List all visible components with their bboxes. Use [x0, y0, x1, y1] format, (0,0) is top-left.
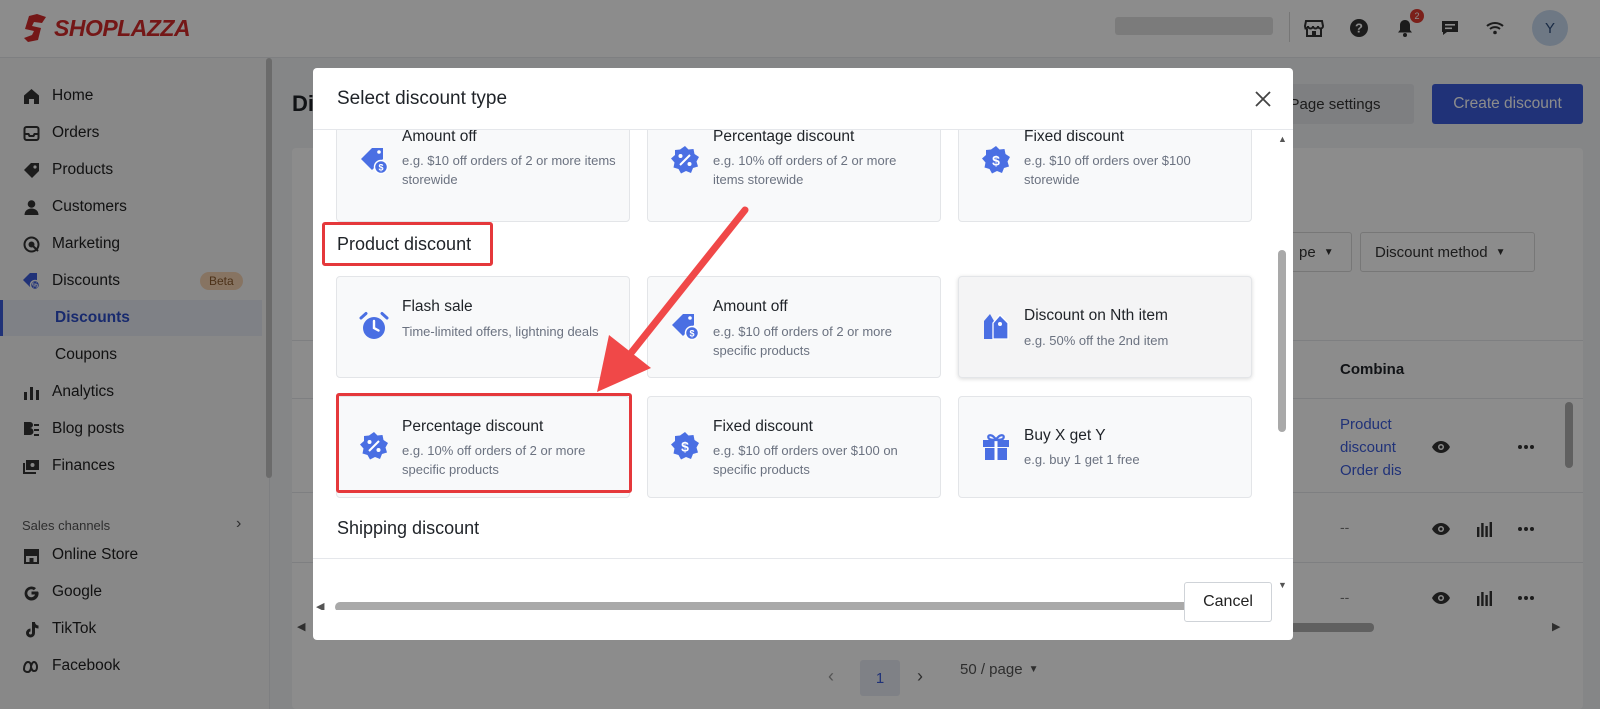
option-description: e.g. buy 1 get 1 free: [1024, 452, 1140, 467]
option-description: e.g. $10 off orders over $100 on specifi…: [713, 443, 898, 477]
gift-icon: [983, 434, 1009, 460]
scroll-up-arrow-icon[interactable]: ▲: [1278, 134, 1287, 144]
option-title: Discount on Nth item: [1024, 307, 1168, 324]
option-title: Fixed discount: [713, 418, 813, 435]
close-icon[interactable]: [1251, 87, 1275, 111]
option-description: e.g. 50% off the 2nd item: [1024, 333, 1169, 348]
option-title: Amount off: [713, 298, 788, 315]
option-order-percentage-discount[interactable]: Percentage discount e.g. 10% off orders …: [647, 130, 941, 222]
svg-text:$: $: [378, 163, 383, 173]
highlight-box-section: [322, 222, 493, 266]
dollar-badge-icon: $: [982, 146, 1010, 174]
option-description: e.g. 10% off orders of 2 or more items s…: [713, 153, 897, 187]
highlight-box-option: [336, 393, 632, 493]
dollar-badge-icon: $: [671, 432, 699, 460]
option-title: Buy X get Y: [1024, 427, 1106, 444]
section-title-shipping-discount: Shipping discount: [337, 518, 480, 538]
option-product-fixed-discount[interactable]: $ Fixed discount e.g. $10 off orders ove…: [647, 396, 941, 498]
option-description: Time-limited offers, lightning deals: [402, 324, 599, 339]
option-discount-on-nth-item[interactable]: Discount on Nth item e.g. 50% off the 2n…: [958, 276, 1252, 378]
svg-text:$: $: [681, 439, 689, 455]
option-title: Percentage discount: [713, 130, 855, 145]
option-flash-sale[interactable]: Flash sale Time-limited offers, lightnin…: [336, 276, 630, 378]
modal-header: Select discount type: [313, 68, 1293, 130]
option-description: e.g. $10 off orders of 2 or more items s…: [402, 153, 616, 187]
option-description: e.g. $10 off orders over $100 storewide: [1024, 153, 1191, 187]
tag-dollar-icon: $: [361, 148, 389, 175]
option-order-fixed-discount[interactable]: $ Fixed discount e.g. $10 off orders ove…: [958, 130, 1252, 222]
option-buy-x-get-y[interactable]: Buy X get Y e.g. buy 1 get 1 free: [958, 396, 1252, 498]
option-description: e.g. $10 off orders of 2 or more specifi…: [713, 324, 892, 358]
option-title: Amount off: [402, 130, 477, 145]
option-title: Flash sale: [402, 298, 473, 315]
cancel-button[interactable]: Cancel: [1184, 582, 1272, 622]
option-order-amount-off[interactable]: $ Amount off e.g. $10 off orders of 2 or…: [336, 130, 630, 222]
double-tag-icon: [984, 314, 1009, 340]
option-product-amount-off[interactable]: $ Amount off e.g. $10 off orders of 2 or…: [647, 276, 941, 378]
svg-text:$: $: [992, 153, 1000, 169]
select-discount-type-modal: Select discount type $ Amount off e.g. $…: [313, 68, 1293, 640]
alarm-clock-icon: [359, 312, 389, 339]
svg-text:$: $: [689, 329, 694, 339]
modal-vertical-scrollbar[interactable]: [1278, 250, 1286, 432]
modal-footer: [313, 558, 1293, 638]
modal-body: $ Amount off e.g. $10 off orders of 2 or…: [313, 130, 1293, 610]
percent-badge-icon: [671, 146, 699, 174]
option-title: Fixed discount: [1024, 130, 1124, 145]
modal-title: Select discount type: [337, 88, 508, 109]
tag-dollar-icon: $: [672, 314, 700, 341]
